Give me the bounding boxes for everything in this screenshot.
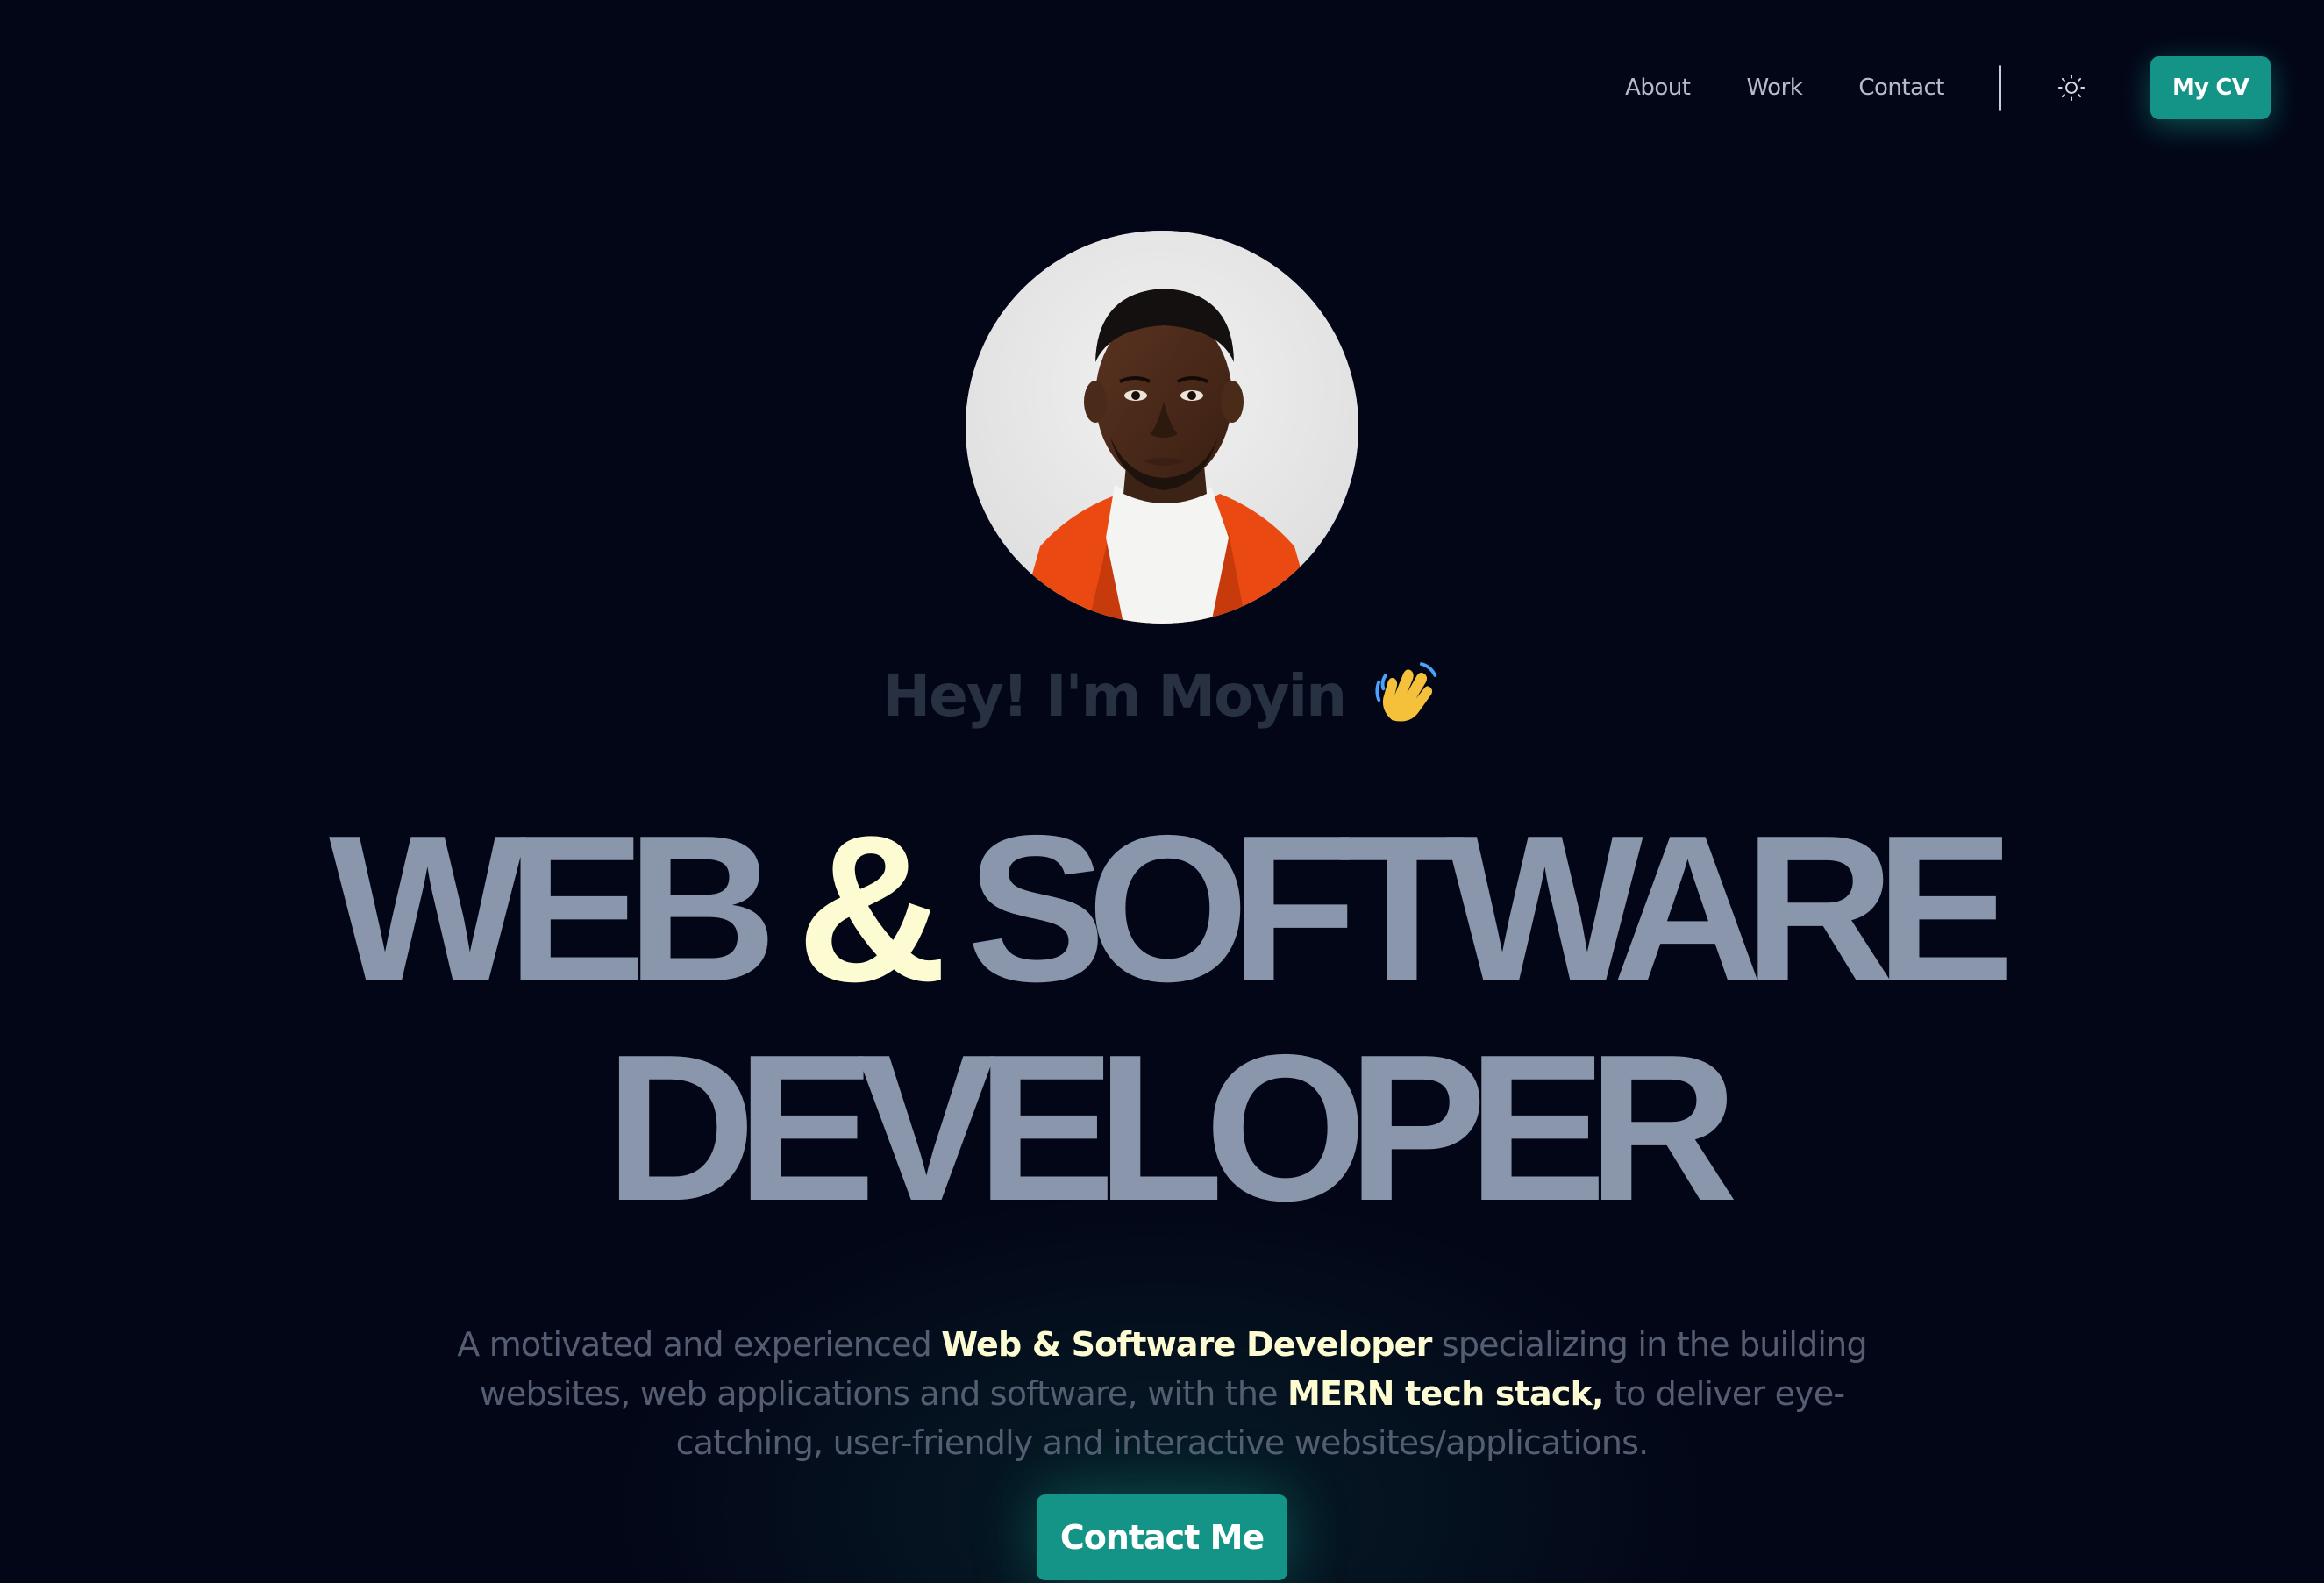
profile-photo <box>966 231 1358 624</box>
waving-hand-icon <box>1375 662 1437 722</box>
nav-link-contact[interactable]: Contact <box>1858 75 1944 101</box>
nav-link-about[interactable]: About <box>1625 75 1691 101</box>
description-highlight-role: Web & Software Developer <box>941 1325 1432 1364</box>
headline-ampersand: & <box>796 793 947 1025</box>
my-cv-button[interactable]: My CV <box>2150 56 2271 119</box>
description-part-1: A motivated and experienced <box>457 1325 942 1364</box>
headline-software: SOFTWARE <box>966 793 2014 1025</box>
portfolio-page: About Work Contact My CV Hey! I'm Moyin … <box>0 0 2324 1583</box>
intro-description: A motivated and experienced Web & Softwa… <box>438 1320 1886 1467</box>
top-nav: About Work Contact My CV <box>1625 56 2271 119</box>
nav-link-work[interactable]: Work <box>1747 75 1803 101</box>
headline-web: WEB <box>328 793 777 1025</box>
greeting-text: Hey! I'm Moyin <box>881 661 1347 730</box>
contact-me-button[interactable]: Contact Me <box>1037 1494 1287 1580</box>
headline-line-2: DEVELOPER <box>605 1012 1738 1244</box>
greeting: Hey! I'm Moyin <box>0 660 2324 731</box>
nav-divider <box>1999 65 2001 111</box>
headline-line-1: WEB & SOFTWARE <box>0 805 2324 1014</box>
avatar <box>966 231 1358 624</box>
sun-icon <box>2057 74 2085 102</box>
description-highlight-stack: MERN tech stack, <box>1287 1374 1604 1413</box>
theme-toggle-button[interactable] <box>2054 70 2089 105</box>
